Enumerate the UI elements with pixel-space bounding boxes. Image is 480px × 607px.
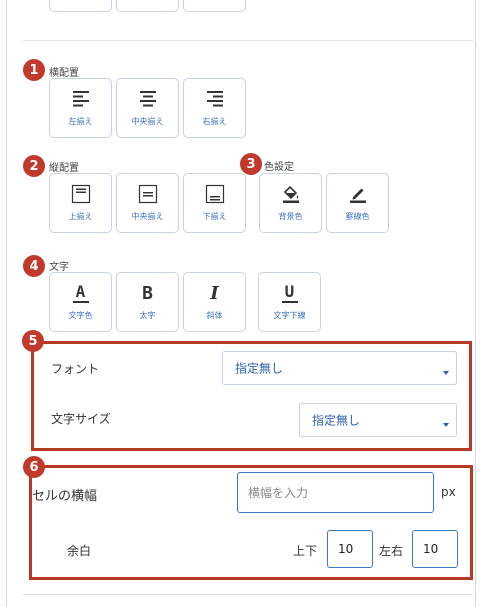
cell-width-unit: px — [441, 485, 456, 499]
top-partial-button-3[interactable] — [183, 0, 246, 12]
underline-button[interactable]: U 文字下線 — [258, 272, 321, 332]
align-left-button[interactable]: 左揃え — [49, 78, 112, 138]
font-size-label: 文字サイズ — [51, 412, 111, 426]
border-color-label: 罫線色 — [345, 212, 370, 221]
divider-bottom — [23, 594, 473, 595]
border-color-button[interactable]: 罫線色 — [326, 173, 389, 233]
italic-label: 斜体 — [206, 311, 223, 320]
align-center-icon — [138, 87, 158, 111]
top-partial-button-2[interactable] — [116, 0, 179, 12]
valign-middle-icon — [138, 182, 158, 206]
font-size-select-value: 指定無し — [312, 413, 361, 428]
section-title-vertical-align: 縦配置 — [49, 163, 79, 174]
cell-width-label: セルの横幅 — [32, 489, 98, 504]
align-center-button[interactable]: 中央揃え — [116, 78, 179, 138]
chevron-down-icon — [443, 423, 449, 427]
italic-button[interactable]: I 斜体 — [183, 272, 246, 332]
padding-vertical-input[interactable] — [327, 530, 373, 568]
align-center-label: 中央揃え — [131, 117, 164, 126]
underline-icon: U — [281, 281, 298, 305]
valign-middle-label: 中央揃え — [131, 212, 164, 221]
text-color-button[interactable]: A 文字色 — [49, 272, 112, 332]
step-badge-1: 1 — [23, 59, 45, 81]
divider — [23, 40, 473, 41]
valign-top-label: 上揃え — [68, 212, 93, 221]
bold-icon: B — [142, 281, 153, 305]
italic-glyph: I — [210, 282, 219, 304]
text-color-icon: A — [72, 281, 89, 305]
step-badge-4: 4 — [23, 255, 45, 277]
section-title-text: 文字 — [49, 262, 69, 273]
chevron-down-icon — [443, 371, 449, 375]
section-title-color: 色設定 — [264, 162, 294, 173]
valign-bottom-label: 下揃え — [202, 212, 227, 221]
font-select-value: 指定無し — [235, 361, 284, 376]
valign-bottom-button[interactable]: 下揃え — [183, 173, 246, 233]
valign-top-button[interactable]: 上揃え — [49, 173, 112, 233]
top-partial-button-1[interactable] — [49, 0, 112, 12]
padding-horizontal-label: 左右 — [379, 544, 404, 558]
valign-bottom-icon — [205, 182, 225, 206]
italic-icon: I — [210, 281, 218, 305]
align-right-label: 右揃え — [202, 117, 227, 126]
valign-top-icon — [71, 182, 91, 206]
background-color-label: 背景色 — [278, 212, 303, 221]
step-badge-5: 5 — [22, 330, 44, 352]
text-color-glyph: A — [75, 282, 86, 301]
pen-icon — [347, 182, 369, 206]
font-size-select[interactable]: 指定無し — [299, 403, 457, 437]
step-badge-6: 6 — [23, 456, 45, 478]
padding-horizontal-input[interactable] — [412, 530, 458, 568]
underline-label: 文字下線 — [273, 311, 306, 320]
bold-glyph: B — [142, 282, 153, 304]
valign-middle-button[interactable]: 中央揃え — [116, 173, 179, 233]
cell-width-input[interactable] — [237, 472, 434, 513]
padding-vertical-label: 上下 — [293, 544, 318, 558]
align-left-icon — [71, 87, 91, 111]
step-badge-3: 3 — [240, 153, 262, 175]
underline-glyph: U — [284, 282, 295, 301]
formatting-panel: 1 横配置 左揃え 中央揃え 右揃え 2 縦配置 上揃え 中央揃え 下揃え 3 … — [6, 0, 476, 607]
align-right-button[interactable]: 右揃え — [183, 78, 246, 138]
bold-label: 太字 — [139, 311, 156, 320]
section-title-horizontal-align: 横配置 — [49, 68, 79, 79]
text-color-label: 文字色 — [68, 311, 93, 320]
step-badge-2: 2 — [23, 155, 45, 177]
bold-button[interactable]: B 太字 — [116, 272, 179, 332]
align-right-icon — [205, 87, 225, 111]
padding-label: 余白 — [67, 544, 92, 558]
align-left-label: 左揃え — [68, 117, 93, 126]
font-label: フォント — [51, 362, 100, 376]
background-color-button[interactable]: 背景色 — [259, 173, 322, 233]
paint-bucket-icon — [280, 182, 302, 206]
font-select[interactable]: 指定無し — [222, 351, 457, 385]
